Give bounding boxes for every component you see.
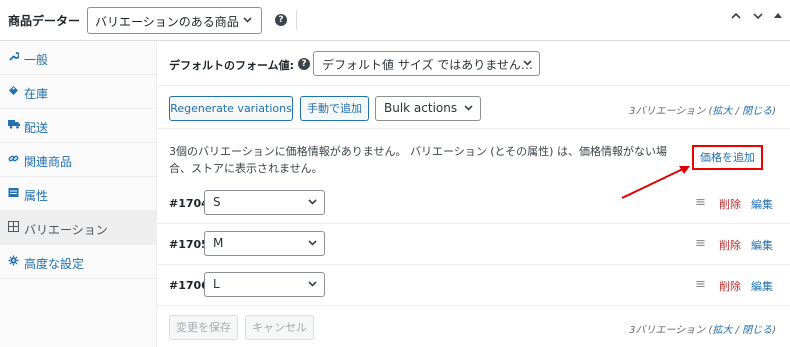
default-form-row: デフォルトのフォーム値: ? デフォルト値 サイズ ではありません… (157, 41, 790, 86)
variation-id: #1704 (169, 197, 209, 210)
divider (296, 10, 297, 30)
bulk-actions-value: Bulk actions (384, 101, 458, 115)
tab-label: バリエーション (24, 223, 108, 237)
tab-advanced[interactable]: 高度な設定 (0, 245, 157, 279)
tab-general[interactable]: 一般 (0, 41, 157, 75)
bulk-actions-select[interactable]: Bulk actions (375, 96, 481, 121)
edit-link[interactable]: 編集 (751, 196, 773, 212)
close-link[interactable]: 閉じる (742, 325, 772, 336)
save-changes-button[interactable]: 変更を保存 (169, 315, 238, 340)
count-text: 3バリエーション ( (629, 106, 713, 117)
count-suffix: ) (772, 106, 776, 117)
tab-label: 在庫 (24, 87, 49, 101)
add-price-button[interactable]: 価格を追加 (692, 145, 763, 170)
missing-price-notice: 3個のバリエーションに価格情報がありません。 バリエーション (とその属性) は… (157, 129, 790, 179)
manual-add-button[interactable]: 手動で追加 (300, 96, 369, 121)
cancel-button[interactable]: キャンセル (245, 315, 314, 340)
chevron-down-icon (242, 14, 253, 28)
variations-panel: デフォルトのフォーム値: ? デフォルト値 サイズ ではありません… Regen… (157, 41, 790, 347)
count-suffix: ) (772, 325, 776, 336)
tab-label: 関連商品 (24, 155, 73, 169)
size-select[interactable]: M (204, 231, 325, 256)
product-type-select[interactable]: バリエーションのある商品 (87, 7, 262, 34)
size-value: L (213, 277, 220, 291)
edit-link[interactable]: 編集 (751, 237, 773, 253)
default-size-select[interactable]: デフォルト値 サイズ ではありません… (313, 51, 540, 76)
separator: / (732, 106, 743, 117)
wrench-icon (8, 51, 20, 65)
count-text: 3バリエーション ( (629, 325, 713, 336)
drag-handle-icon[interactable]: ≡ (695, 195, 706, 210)
size-value: M (213, 236, 224, 250)
tab-linked-products[interactable]: 関連商品 (0, 143, 157, 177)
product-data-tabs: 一般 在庫 配送 関連商品 属性 バリエーション 高度な設定 (0, 41, 157, 347)
size-select[interactable]: L (204, 272, 325, 297)
move-up-icon[interactable] (730, 10, 742, 26)
notice-message: 3個のバリエーションに価格情報がありません。 バリエーション (とその属性) は… (169, 145, 667, 175)
drag-handle-icon[interactable]: ≡ (695, 236, 706, 251)
truck-icon (8, 119, 20, 132)
drag-handle-icon[interactable]: ≡ (695, 277, 706, 292)
tab-label: 配送 (24, 121, 49, 135)
delete-link[interactable]: 削除 (719, 237, 741, 253)
chevron-down-icon (307, 194, 318, 213)
tag-icon (8, 85, 19, 99)
delete-link[interactable]: 削除 (719, 278, 741, 294)
help-icon[interactable]: ? (275, 14, 287, 26)
help-icon[interactable]: ? (298, 58, 310, 70)
toggle-panel-icon[interactable] (773, 10, 783, 26)
gear-icon (8, 255, 19, 269)
expand-link[interactable]: 拡大 (712, 106, 732, 117)
chevron-down-icon (307, 276, 318, 295)
tab-label: 高度な設定 (24, 257, 85, 271)
variation-id: #1706 (169, 279, 209, 292)
chevron-down-icon (307, 235, 318, 254)
default-form-label: デフォルトのフォーム値: (169, 59, 295, 72)
tab-variations[interactable]: バリエーション (0, 211, 157, 245)
tab-shipping[interactable]: 配送 (0, 109, 157, 143)
tab-attributes[interactable]: 属性 (0, 177, 157, 211)
delete-link[interactable]: 削除 (719, 196, 741, 212)
section-title: 商品データー (8, 14, 81, 28)
variation-row: #1704 S ≡ 削除 編集 (157, 183, 790, 224)
variation-actions-row: Regenerate variations 手動で追加 Bulk actions… (157, 86, 790, 129)
link-icon (8, 153, 19, 167)
variation-count: 3バリエーション (拡大 / 閉じる) (629, 321, 776, 336)
product-data-header: 商品データー バリエーションのある商品 ? (0, 0, 790, 41)
size-select[interactable]: S (204, 190, 325, 215)
grid-icon (8, 221, 19, 235)
product-type-value: バリエーションのある商品 (95, 15, 239, 29)
variation-row: #1706 L ≡ 削除 編集 (157, 265, 790, 306)
edit-link[interactable]: 編集 (751, 278, 773, 294)
chevron-down-icon (463, 100, 474, 119)
size-value: S (213, 195, 221, 209)
tab-inventory[interactable]: 在庫 (0, 75, 157, 109)
table-icon (8, 187, 19, 201)
variation-id: #1705 (169, 238, 209, 251)
variations-footer: 変更を保存 キャンセル 3バリエーション (拡大 / 閉じる) (157, 307, 790, 347)
regenerate-variations-button[interactable]: Regenerate variations (169, 96, 293, 121)
expand-link[interactable]: 拡大 (712, 325, 732, 336)
variation-count: 3バリエーション (拡大 / 閉じる) (629, 102, 776, 117)
tab-label: 属性 (24, 189, 49, 203)
default-size-value: デフォルト値 サイズ ではありません… (322, 58, 533, 72)
tab-label: 一般 (24, 53, 49, 67)
move-down-icon[interactable] (752, 10, 764, 26)
close-link[interactable]: 閉じる (742, 106, 772, 117)
variation-row: #1705 M ≡ 削除 編集 (157, 224, 790, 265)
chevron-down-icon (522, 55, 533, 74)
separator: / (732, 325, 743, 336)
